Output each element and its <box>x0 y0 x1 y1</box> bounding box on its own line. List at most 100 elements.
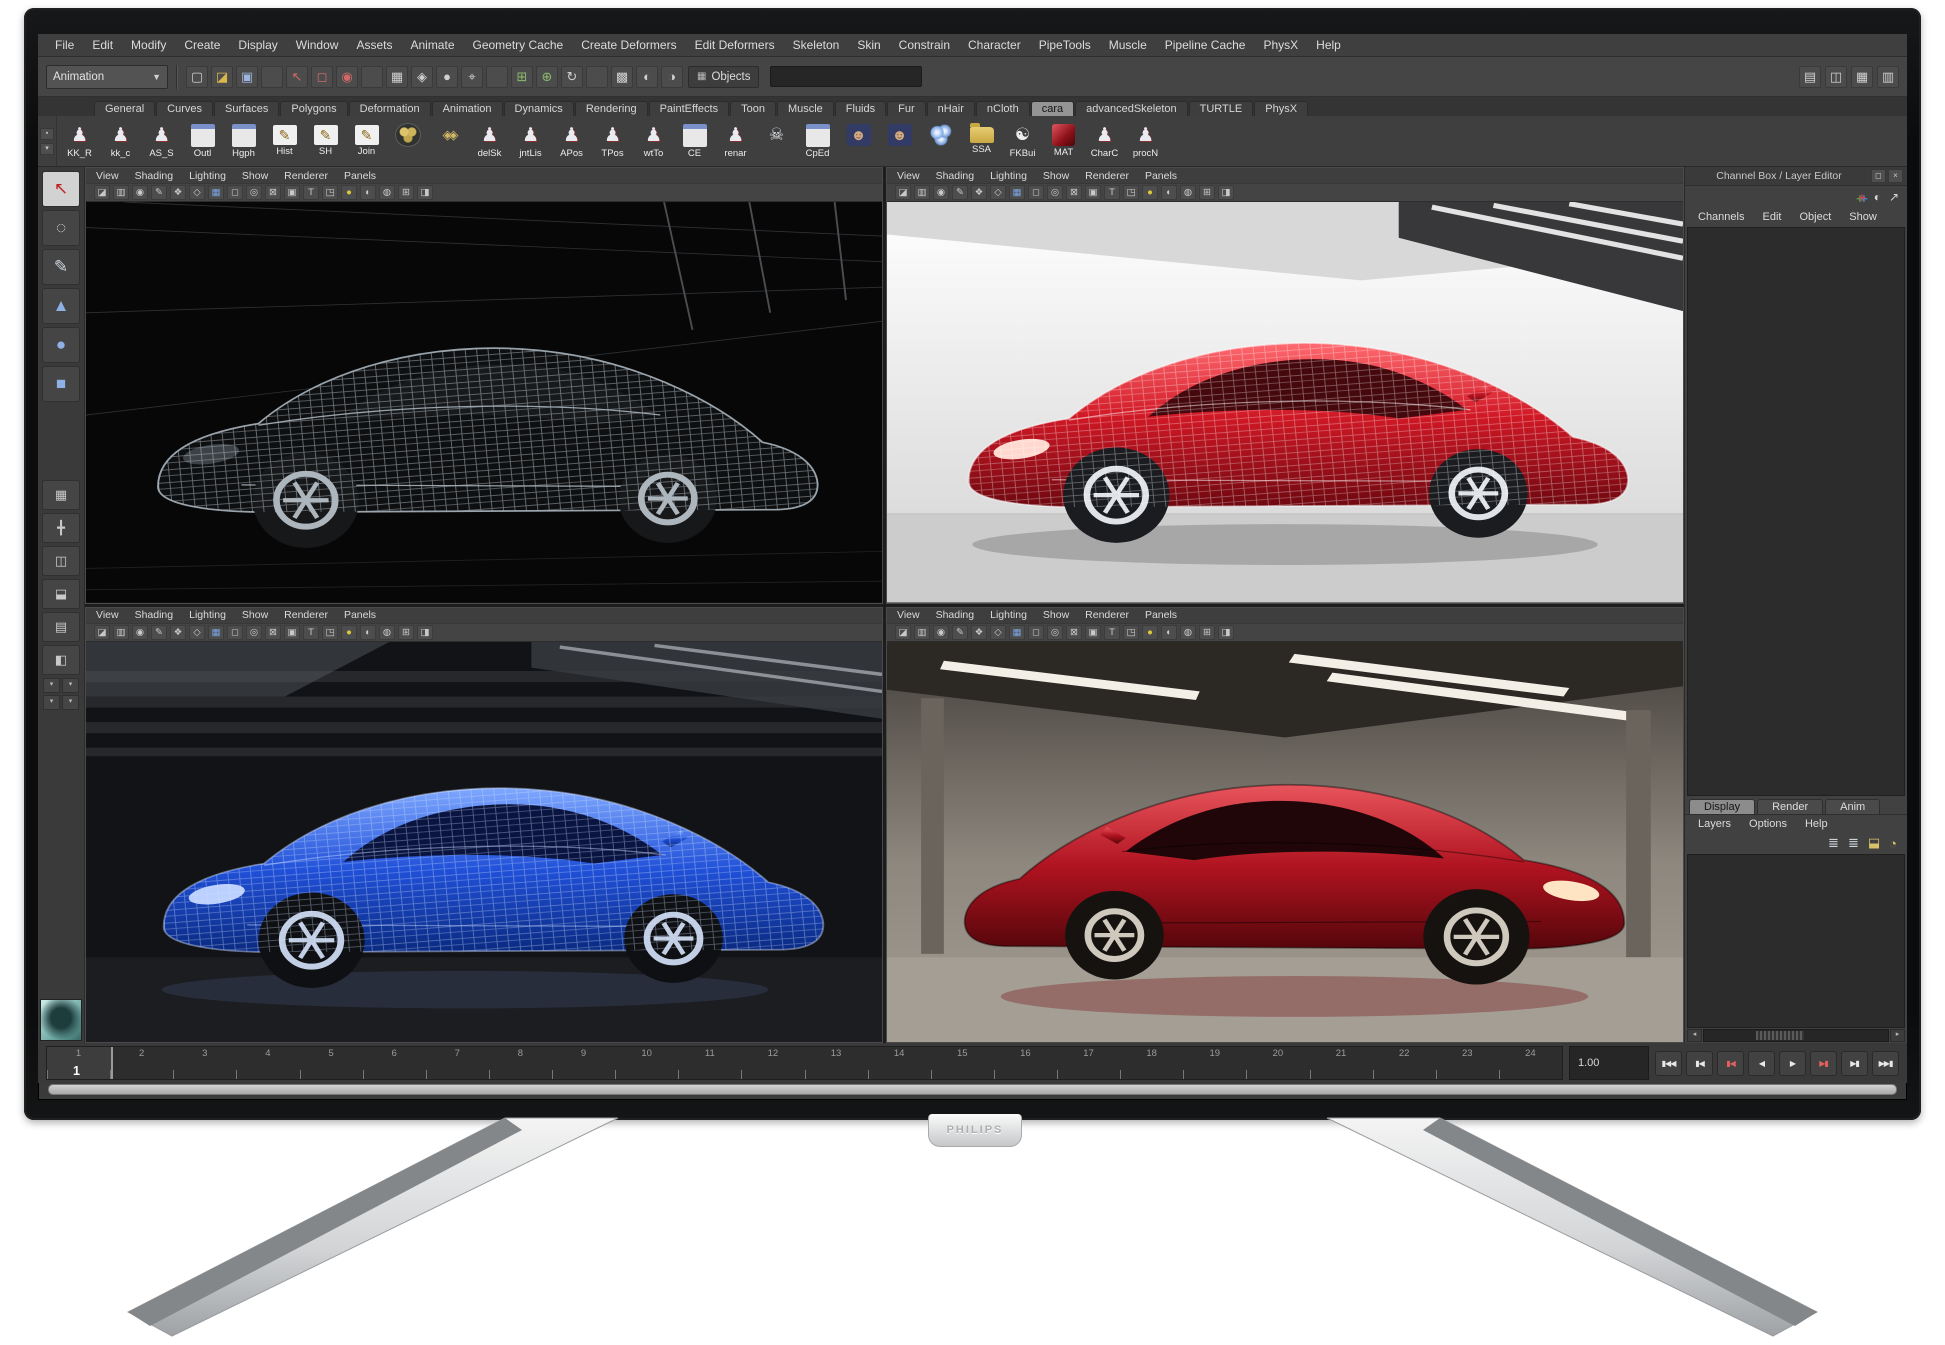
menu-item[interactable]: Pipeline Cache <box>1156 38 1255 52</box>
viewport-toolbar-icon[interactable]: ◎ <box>246 625 262 640</box>
shelf-tab[interactable]: TURTLE <box>1189 101 1254 116</box>
viewport-toolbar-icon[interactable]: ▥ <box>914 625 930 640</box>
viewport-menu-item[interactable]: View <box>897 170 920 182</box>
viewport-toolbar-icon[interactable]: T <box>1104 625 1120 640</box>
shelf-tab[interactable]: Surfaces <box>214 101 279 116</box>
layer-editor-tab[interactable]: Render <box>1757 799 1823 814</box>
viewport-toolbar-icon[interactable]: ⊠ <box>265 625 281 640</box>
viewport-toolbar-icon[interactable]: ◪ <box>94 185 110 200</box>
ui-toggle-icon[interactable]: ▦ <box>1851 66 1873 88</box>
viewport-menu-item[interactable]: Lighting <box>189 609 226 621</box>
layout-mini-button[interactable]: ▾ <box>62 695 79 710</box>
shelf-button[interactable]: KK_R <box>59 123 100 159</box>
statusline-icon[interactable] <box>261 66 283 88</box>
menu-item[interactable]: Help <box>1307 38 1350 52</box>
shelf-button[interactable]: renar <box>715 123 756 159</box>
shelf-tab[interactable]: General <box>94 101 155 116</box>
shelf-button[interactable]: CE <box>674 124 715 159</box>
viewport-toolbar-icon[interactable]: ❖ <box>170 625 186 640</box>
frame-tick[interactable]: 13 <box>805 1047 868 1079</box>
statusline-icon[interactable]: ◻ <box>311 66 333 88</box>
channel-box-menu-item[interactable]: Channels <box>1689 211 1753 223</box>
viewport-menu-item[interactable]: Renderer <box>284 170 328 182</box>
scrollbar-handle[interactable] <box>1756 1031 1804 1040</box>
viewport-toolbar-icon[interactable]: ◨ <box>417 625 433 640</box>
layer-editor-menu-item[interactable]: Help <box>1796 818 1837 830</box>
shelf-menu-icon[interactable]: ▪ <box>40 128 54 140</box>
menu-item[interactable]: Skeleton <box>784 38 849 52</box>
viewport-toolbar-icon[interactable]: ◪ <box>94 625 110 640</box>
toolbox-tool-button[interactable]: ✎ <box>42 249 80 285</box>
shelf-button[interactable]: Hist <box>264 125 305 157</box>
shelf-tab[interactable]: Fur <box>887 101 926 116</box>
viewport-toolbar-icon[interactable]: ◨ <box>417 185 433 200</box>
viewport-menu-item[interactable]: Shading <box>936 170 975 182</box>
shelf-button[interactable]: SSA <box>961 127 1002 155</box>
layout-mini-button[interactable]: ▾ <box>43 678 60 693</box>
range-slider[interactable] <box>48 1084 1897 1095</box>
viewport-toolbar-icon[interactable]: ◇ <box>990 625 1006 640</box>
viewport-menu-item[interactable]: Panels <box>344 609 376 621</box>
shelf-tab[interactable]: Dynamics <box>504 101 574 116</box>
layout-shortcut-button[interactable]: ▤ <box>42 612 80 642</box>
viewport-toolbar-icon[interactable]: ⊠ <box>265 185 281 200</box>
shelf-button[interactable] <box>387 123 428 159</box>
menuset-dropdown[interactable]: Animation ▼ <box>46 65 168 89</box>
layout-mini-button[interactable]: ▾ <box>43 695 60 710</box>
shelf-tab[interactable]: Curves <box>156 101 213 116</box>
viewport-toolbar-icon[interactable]: ◻ <box>227 625 243 640</box>
viewport-toolbar-icon[interactable]: ⊠ <box>1066 185 1082 200</box>
layout-shortcut-button[interactable]: ◧ <box>42 645 80 675</box>
statusline-icon[interactable]: ▩ <box>611 66 633 88</box>
shelf-tab[interactable]: advancedSkeleton <box>1075 101 1188 116</box>
shelf-button[interactable]: SH <box>305 125 346 157</box>
playback-button[interactable]: ◀ <box>1748 1051 1775 1076</box>
frame-tick[interactable]: 23 <box>1436 1047 1499 1079</box>
close-panel-icon[interactable]: × <box>1888 169 1903 183</box>
frame-tick[interactable]: 11 <box>678 1047 741 1079</box>
menu-item[interactable]: Animate <box>401 38 463 52</box>
shelf-tab[interactable]: Animation <box>432 101 503 116</box>
viewport-toolbar-icon[interactable]: ❖ <box>170 185 186 200</box>
statusline-icon[interactable]: ▣ <box>236 66 258 88</box>
frame-tick[interactable]: 16 <box>994 1047 1057 1079</box>
statusline-icon[interactable]: ↻ <box>561 66 583 88</box>
menu-item[interactable]: PipeTools <box>1030 38 1100 52</box>
playback-button[interactable]: ▶▮ <box>1841 1051 1868 1076</box>
viewport-canvas-red-wireframe-car[interactable] <box>887 202 1683 603</box>
frame-tick[interactable]: 10 <box>615 1047 678 1079</box>
statusline-icon[interactable] <box>361 66 383 88</box>
shelf-button[interactable]: TPos <box>592 123 633 159</box>
statusline-icon[interactable] <box>586 66 608 88</box>
viewport-toolbar-icon[interactable]: ▥ <box>914 185 930 200</box>
viewport-toolbar-icon[interactable]: ◳ <box>322 185 338 200</box>
viewport-toolbar-icon[interactable]: ▦ <box>208 625 224 640</box>
viewport-toolbar-icon[interactable]: ◳ <box>1123 625 1139 640</box>
viewport-menu-item[interactable]: View <box>96 609 119 621</box>
viewport-toolbar-icon[interactable]: ◻ <box>1028 185 1044 200</box>
shelf-button[interactable]: procN <box>1125 123 1166 159</box>
shelf-button[interactable]: AS_S <box>141 123 182 159</box>
layout-shortcut-button[interactable]: ⬓ <box>42 579 80 609</box>
viewport-toolbar-icon[interactable]: ▥ <box>113 625 129 640</box>
shelf-tab[interactable]: Fluids <box>835 101 886 116</box>
menu-item[interactable]: Geometry Cache <box>464 38 573 52</box>
shelf-button[interactable]: CharC <box>1084 123 1125 159</box>
viewport-toolbar-icon[interactable]: ● <box>1142 185 1158 200</box>
statusline-icon[interactable]: ⌖ <box>461 66 483 88</box>
viewport-canvas-rendered-red-car[interactable] <box>887 642 1683 1043</box>
viewport-toolbar-icon[interactable]: ◨ <box>1218 185 1234 200</box>
menu-item[interactable]: Assets <box>347 38 401 52</box>
viewport-toolbar-icon[interactable]: ◎ <box>246 185 262 200</box>
viewport-toolbar-icon[interactable]: ◐ <box>1161 185 1177 200</box>
viewport-toolbar-icon[interactable]: ◪ <box>895 625 911 640</box>
statusline-icon[interactable]: ▦ <box>386 66 408 88</box>
viewport-toolbar-icon[interactable]: ▣ <box>1085 625 1101 640</box>
statusline-icon[interactable]: ⊞ <box>511 66 533 88</box>
shelf-button[interactable]: kk_c <box>100 123 141 159</box>
channel-box-menu-item[interactable]: Edit <box>1753 211 1790 223</box>
shelf-dropdown-icon[interactable]: ▾ <box>40 143 54 155</box>
layer-editor-menu-item[interactable]: Options <box>1740 818 1796 830</box>
shelf-tab[interactable]: nCloth <box>976 101 1030 116</box>
float-panel-icon[interactable]: ◻ <box>1871 169 1886 183</box>
